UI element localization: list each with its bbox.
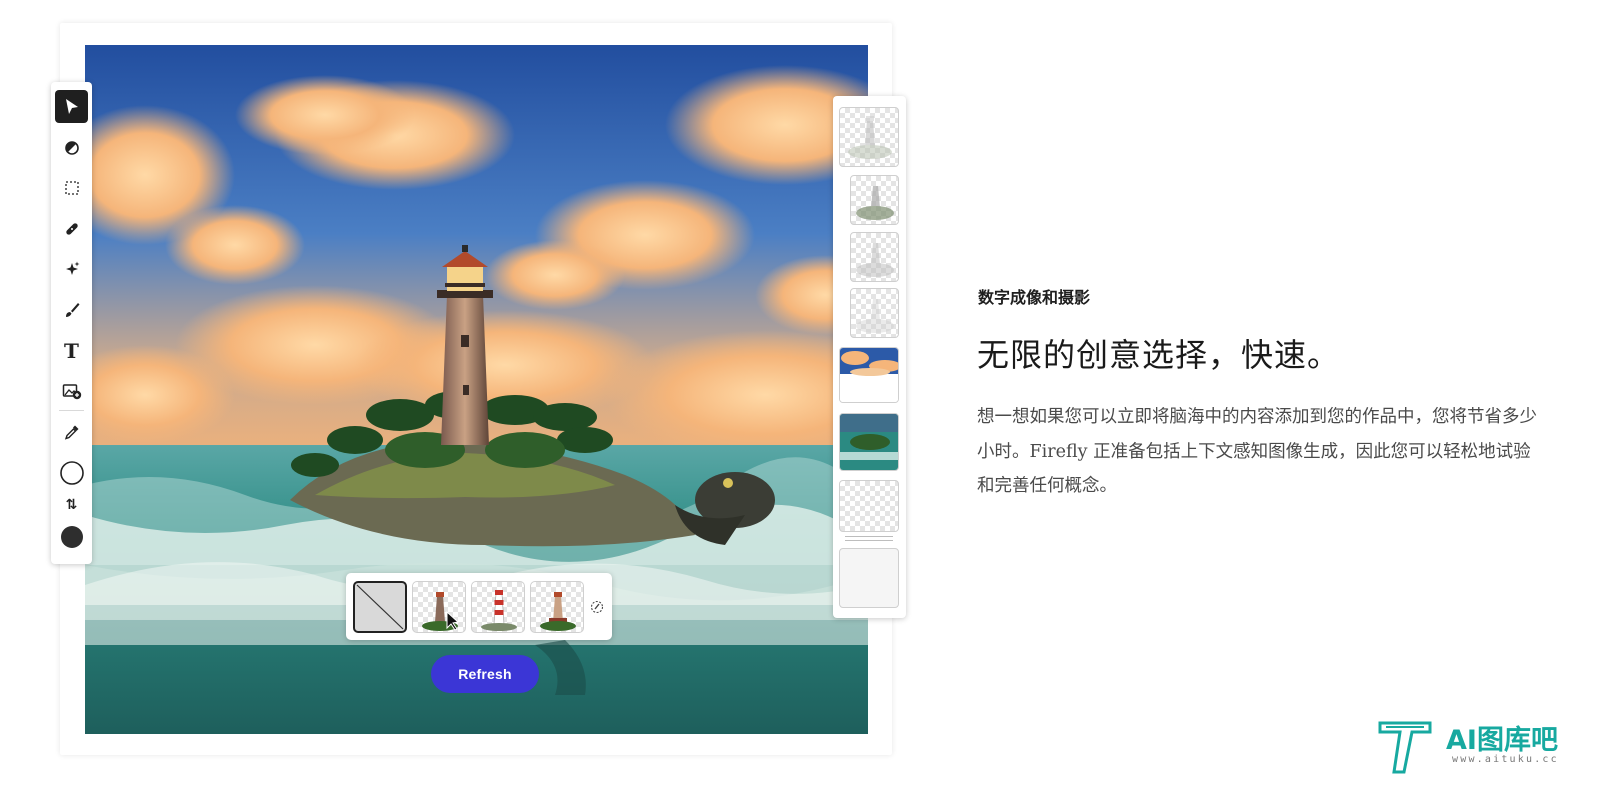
section-body: 想一想如果您可以立即将脑海中的内容添加到您的作品中，您将节省多少小时。Firef… <box>977 407 1537 496</box>
brush-icon <box>65 302 79 317</box>
history-divider <box>845 540 893 541</box>
arrow-pointer-icon <box>65 98 78 114</box>
text-tool-button[interactable]: T <box>55 334 88 367</box>
history-item-7[interactable] <box>839 480 899 532</box>
marquee-select-icon <box>64 180 79 195</box>
sparkle-icon <box>65 261 79 275</box>
heal-tool-button[interactable] <box>55 212 88 245</box>
swap-arrows-icon: ⇅ <box>65 495 78 512</box>
background-color-button[interactable] <box>55 520 88 553</box>
text-tool-icon: T <box>64 338 79 363</box>
lighthouse-faded-thumbnail <box>856 186 894 220</box>
swap-colors-button[interactable]: ⇅ <box>55 492 88 516</box>
brush-sparkle-icon[interactable] <box>590 600 604 614</box>
history-divider <box>845 536 893 537</box>
history-item-2[interactable] <box>850 175 899 225</box>
history-item-6[interactable] <box>839 413 899 471</box>
eyedropper-tool-button[interactable] <box>55 415 88 448</box>
variation-none[interactable] <box>353 581 407 633</box>
history-panel <box>833 96 906 618</box>
history-item-3[interactable] <box>850 232 899 282</box>
section-eyebrow: 数字成像和摄影 <box>978 288 1091 307</box>
variations-panel <box>346 573 612 640</box>
watermark-text: AI图库吧 <box>1446 725 1558 756</box>
toolbar-divider <box>59 410 84 411</box>
no-variation-icon <box>356 584 404 630</box>
contrast-icon <box>64 140 79 155</box>
brush-tool-button[interactable] <box>55 293 88 326</box>
history-item-8[interactable] <box>839 548 899 608</box>
tool-panel: T ⇅ <box>51 82 92 564</box>
color-swatch-outline-icon <box>59 460 84 485</box>
eyedropper-icon <box>64 425 78 440</box>
generative-tool-button[interactable] <box>55 252 88 285</box>
history-item-4[interactable] <box>850 288 899 338</box>
lighthouse-faded-thumbnail <box>856 299 894 333</box>
watermark-url: www.aituku.cc <box>1452 754 1559 765</box>
lighthouse-thumbnail <box>422 592 460 631</box>
variation-lighthouse-2[interactable] <box>471 581 525 633</box>
lighthouse-faded-thumbnail <box>848 116 892 159</box>
add-image-icon <box>62 383 81 399</box>
variation-lighthouse-3[interactable] <box>530 581 584 633</box>
variation-lighthouse-1[interactable] <box>412 581 466 633</box>
add-image-tool-button[interactable] <box>55 374 88 407</box>
section-headline: 无限的创意选择，快速。 <box>977 336 1341 374</box>
island-thumbnail <box>840 414 898 470</box>
history-item-5[interactable] <box>839 347 899 403</box>
lighthouse-thumbnail <box>540 592 576 631</box>
lighthouse-striped-thumbnail <box>481 590 517 631</box>
select-tool-button[interactable] <box>55 90 88 123</box>
foreground-color-button[interactable] <box>55 456 88 489</box>
lighthouse-faded-thumbnail <box>856 243 894 277</box>
bandage-icon <box>65 222 78 235</box>
sky-thumbnail <box>840 348 898 402</box>
refresh-button[interactable]: Refresh <box>431 655 539 693</box>
adjust-tool-button[interactable] <box>55 131 88 164</box>
marquee-tool-button[interactable] <box>55 171 88 204</box>
color-swatch-filled-icon <box>60 525 83 548</box>
history-item-1[interactable] <box>839 107 899 167</box>
